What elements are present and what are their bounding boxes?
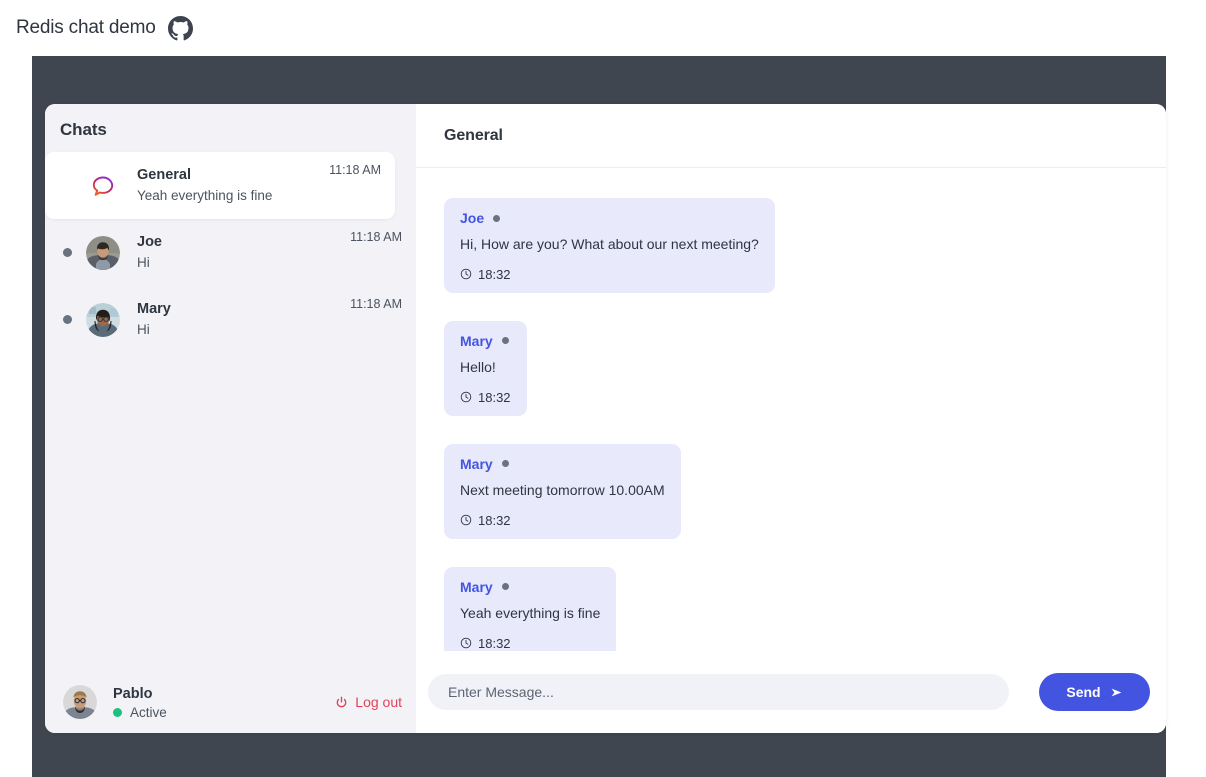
message-time-label: 18:32	[478, 389, 511, 405]
chat-item-time: 11:18 AM	[350, 297, 402, 311]
message-timestamp: 18:32	[460, 513, 665, 528]
logout-label: Log out	[355, 694, 402, 710]
message-header: Joe	[460, 210, 759, 226]
message-header: Mary	[460, 579, 600, 595]
main-panel: General Joe Hi, How are you? What about …	[416, 104, 1166, 733]
online-status-dot	[113, 708, 122, 718]
send-arrow-icon	[1110, 686, 1123, 699]
clock-icon	[460, 514, 472, 526]
app-header: Redis chat demo	[0, 0, 1206, 56]
chat-item-text: General Yeah everything is fine	[137, 165, 329, 206]
chat-list-item-general[interactable]: General Yeah everything is fine 11:18 AM	[45, 152, 395, 219]
message-sender: Joe	[460, 210, 485, 226]
chat-list-item-mary[interactable]: Mary Hi 11:18 AM	[45, 286, 416, 353]
message-input[interactable]	[428, 674, 1009, 710]
presence-dot	[63, 315, 72, 324]
message-sender: Mary	[460, 332, 493, 349]
message-composer: Send	[416, 651, 1166, 733]
chat-list: General Yeah everything is fine 11:18 AM	[45, 148, 416, 671]
github-icon[interactable]	[167, 15, 193, 41]
app-title: Redis chat demo	[16, 17, 156, 38]
message-bubble: Mary Hello! 18:32	[444, 320, 527, 416]
clock-icon	[460, 268, 472, 280]
avatar	[86, 302, 120, 337]
message-bubble: Mary Yeah everything is fine 18:32	[444, 566, 617, 651]
sender-status-dot	[501, 337, 509, 345]
chat-item-text: Joe Hi	[137, 232, 350, 273]
chat-item-text: Mary Hi	[137, 299, 350, 340]
chat-app-card: Chats General Yeah everything is fine 11…	[45, 104, 1166, 733]
message-header: Mary	[460, 456, 665, 472]
current-user-name: Pablo	[113, 685, 153, 702]
sidebar: Chats General Yeah everything is fine 11…	[45, 104, 416, 733]
message-time-label: 18:32	[478, 266, 511, 282]
message-bubble: Joe Hi, How are you? What about our next…	[444, 198, 775, 293]
chat-item-name: General	[137, 167, 191, 184]
logout-button[interactable]: Log out	[335, 694, 402, 710]
message-list: Joe Hi, How are you? What about our next…	[416, 168, 1166, 651]
message-timestamp: 18:32	[460, 267, 759, 282]
chat-item-preview: Hi	[137, 322, 150, 338]
current-user-status: Active	[113, 705, 335, 720]
message-text: Hello!	[460, 358, 496, 375]
current-user-status-label: Active	[130, 705, 167, 721]
page-left-margin	[0, 56, 32, 777]
sidebar-header: Chats	[45, 104, 416, 148]
avatar	[86, 235, 120, 270]
message-sender: Mary	[460, 578, 493, 595]
conversation-header: General	[416, 104, 1166, 168]
message-header: Mary	[460, 333, 511, 349]
message-bubble: Mary Next meeting tomorrow 10.00AM 18:32	[444, 443, 681, 539]
send-button[interactable]: Send	[1039, 673, 1150, 711]
chat-item-preview: Hi	[137, 255, 150, 271]
current-user-footer: Pablo Active Log out	[45, 671, 416, 733]
avatar	[63, 685, 97, 719]
presence-dot	[63, 248, 72, 257]
power-icon	[335, 696, 348, 709]
message-timestamp: 18:32	[460, 636, 600, 651]
chat-item-name: Mary	[137, 301, 171, 318]
message-text: Yeah everything is fine	[460, 604, 601, 621]
clock-icon	[460, 391, 472, 403]
clock-icon	[460, 637, 472, 649]
page-right-margin	[1166, 56, 1206, 777]
chat-item-time: 11:18 AM	[350, 230, 402, 244]
message-sender: Mary	[460, 455, 493, 472]
message-text: Hi, How are you? What about our next mee…	[460, 236, 759, 252]
sidebar-title: Chats	[60, 120, 107, 139]
chat-item-preview: Yeah everything is fine	[137, 188, 273, 204]
speech-bubble-icon	[86, 169, 137, 203]
sender-status-dot	[501, 583, 509, 591]
message-timestamp: 18:32	[460, 390, 511, 405]
message-text: Next meeting tomorrow 10.00AM	[460, 481, 665, 498]
sender-status-dot	[501, 460, 509, 468]
chat-list-item-joe[interactable]: Joe Hi 11:18 AM	[45, 219, 416, 286]
chat-item-name: Joe	[137, 234, 162, 251]
current-user-info: Pablo Active	[113, 684, 335, 720]
message-time-label: 18:32	[478, 512, 511, 528]
chat-item-time: 11:18 AM	[329, 163, 381, 177]
conversation-title: General	[444, 126, 503, 144]
sender-status-dot	[493, 214, 501, 222]
send-button-label: Send	[1066, 684, 1101, 700]
message-time-label: 18:32	[478, 635, 511, 651]
